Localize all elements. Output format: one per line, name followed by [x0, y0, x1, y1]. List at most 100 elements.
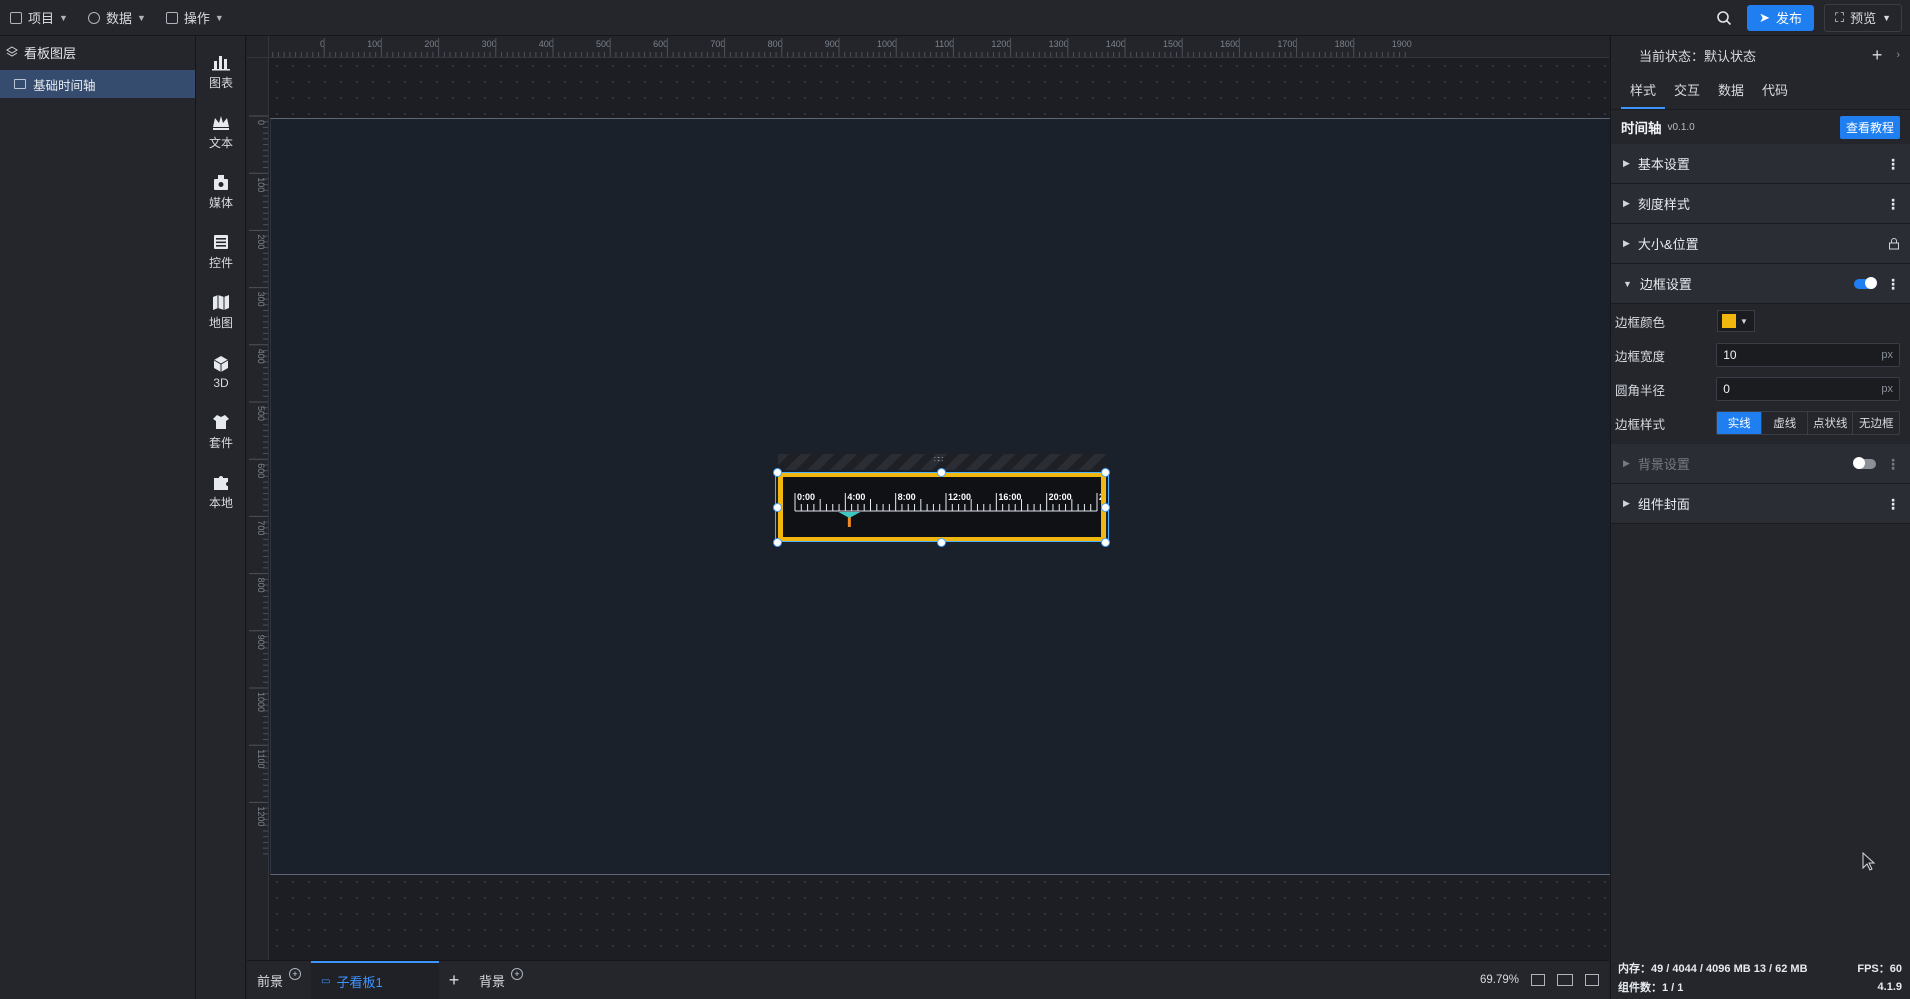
keyboard-icon[interactable] — [1557, 974, 1573, 986]
tool-kit-label: 套件 — [208, 436, 233, 450]
add-state-icon[interactable]: + — [1872, 45, 1883, 66]
border-toggle[interactable] — [1854, 276, 1877, 289]
ruler-label: 700 — [256, 520, 266, 535]
more-icon[interactable]: ⋮ — [1886, 277, 1900, 291]
ruler-label: 1200 — [256, 806, 266, 826]
tab-data[interactable]: 数据 — [1709, 80, 1753, 109]
tool-media[interactable]: 媒体 — [196, 162, 246, 222]
section-size[interactable]: ▶ 大小&位置 — [1611, 224, 1910, 264]
border-width-input[interactable]: 10 px — [1716, 343, 1900, 367]
image-icon — [14, 79, 26, 89]
tool-text[interactable]: 文本 — [196, 102, 246, 162]
tab-interaction[interactable]: 交互 — [1665, 80, 1709, 109]
section-border[interactable]: ▼ 边框设置 ⋮ — [1611, 264, 1910, 304]
more-icon[interactable]: ⋮ — [1886, 457, 1900, 471]
resize-handle-e[interactable] — [1101, 503, 1110, 512]
resize-handle-s[interactable] — [937, 538, 946, 547]
tab-background[interactable]: 背景 + — [469, 961, 533, 999]
timeline-widget[interactable]: 0:00 4:00 8:00 12:00 16:00 20:00 24 — [778, 472, 1109, 542]
tool-kit[interactable]: 套件 — [196, 402, 246, 462]
resize-handle-w[interactable] — [773, 503, 782, 512]
tool-3d-label: 3D — [213, 375, 229, 390]
tutorial-button[interactable]: 查看教程 — [1839, 115, 1900, 139]
border-color-label: 边框颜色 — [1615, 315, 1666, 330]
preview-button[interactable]: ⛶ 预览 ▼ — [1823, 3, 1902, 32]
menu-operation[interactable]: 操作 ▼ — [156, 0, 234, 36]
resize-handle-nw[interactable] — [773, 468, 782, 477]
section-basic[interactable]: ▶ 基本设置 ⋮ — [1611, 144, 1910, 184]
menu-data-label: 数据 — [105, 11, 132, 26]
ruler-label: 1100 — [256, 749, 266, 768]
ruler-vertical[interactable]: 0 100 200 300 400 500 600 700 800 900 1000 1100 1200 — [247, 58, 269, 960]
more-icon[interactable]: ⋮ — [1886, 157, 1900, 171]
ruler-label: 800 — [768, 39, 783, 49]
timeline-label: 24 — [1099, 492, 1101, 502]
plus-icon: + — [448, 969, 460, 990]
ruler-label: 0 — [256, 120, 266, 125]
caret-right-icon: ▶ — [1623, 458, 1630, 468]
publish-button[interactable]: ➤ 发布 — [1747, 4, 1814, 31]
caret-right-icon: ▶ — [1623, 198, 1630, 208]
border-style-solid[interactable]: 实线 — [1716, 412, 1763, 434]
add-circle-icon[interactable]: + — [511, 968, 524, 980]
tool-local-label: 本地 — [208, 496, 233, 510]
top-menu-bar: 项目 ▼ 数据 ▼ 操作 ▼ ➤ 发布 ⛶ 预览 ▼ — [0, 0, 1910, 36]
resize-handle-sw[interactable] — [773, 538, 782, 547]
unit-label: px — [1881, 383, 1893, 395]
search-button[interactable] — [1711, 5, 1737, 31]
menu-project[interactable]: 项目 ▼ — [0, 0, 78, 36]
background-toggle[interactable] — [1853, 456, 1876, 469]
tab-sub-board[interactable]: ▭ 子看板1 — [311, 960, 440, 999]
section-cover[interactable]: ▶ 组件封面 ⋮ — [1611, 484, 1910, 524]
layer-item[interactable]: 基础时间轴 — [0, 70, 195, 98]
caret-right-icon: ▶ — [1623, 498, 1630, 508]
ruler-label: 400 — [539, 39, 554, 49]
terminal-icon[interactable] — [1585, 974, 1599, 986]
tool-map[interactable]: 地图 — [196, 282, 246, 342]
border-style-dashed[interactable]: 虚线 — [1762, 412, 1808, 434]
fit-screen-icon[interactable] — [1531, 974, 1545, 986]
component-header: 时间轴 v0.1.0 查看教程 — [1611, 110, 1910, 144]
unit-label: px — [1881, 349, 1893, 361]
tab-foreground[interactable]: 前景 + — [247, 961, 311, 999]
chevron-right-icon[interactable]: › — [1896, 49, 1900, 61]
tool-chart[interactable]: 图表 — [196, 42, 246, 102]
add-board-button[interactable]: + — [439, 961, 469, 999]
section-border-label: 边框设置 — [1639, 277, 1692, 292]
timeline-axis[interactable]: 0:00 4:00 8:00 12:00 16:00 20:00 24 — [783, 477, 1109, 537]
border-color-picker[interactable]: ▼ — [1717, 310, 1755, 332]
state-value[interactable]: 默认状态 — [1704, 46, 1756, 65]
border-style-segmented: 实线 虚线 点状线 无边框 — [1715, 411, 1900, 435]
tab-code[interactable]: 代码 — [1753, 80, 1797, 109]
border-style-none[interactable]: 无边框 — [1853, 412, 1899, 434]
tool-local[interactable]: 本地 — [196, 462, 246, 522]
menu-data[interactable]: 数据 ▼ — [78, 0, 156, 36]
timeline-pointer-head[interactable] — [838, 512, 861, 518]
database-icon — [87, 11, 100, 24]
tool-control[interactable]: 控件 — [196, 222, 246, 282]
lock-icon[interactable] — [1888, 237, 1900, 250]
border-radius-input[interactable]: 0 px — [1716, 377, 1900, 401]
ruler-label: 1800 — [1335, 39, 1355, 49]
resize-handle-ne[interactable] — [1101, 468, 1110, 477]
media-icon — [214, 175, 228, 190]
section-background[interactable]: ▶ 背景设置 ⋮ — [1611, 444, 1910, 484]
tool-3d[interactable]: 3D — [196, 342, 246, 402]
border-style-dotted[interactable]: 点状线 — [1808, 412, 1854, 434]
tool-map-label: 地图 — [208, 316, 233, 330]
zoom-level[interactable]: 69.79% — [1480, 974, 1519, 986]
resize-handle-se[interactable] — [1101, 538, 1110, 547]
layer-item-label: 基础时间轴 — [33, 78, 96, 93]
layers-header: 看板图层 — [0, 36, 195, 68]
add-circle-icon[interactable]: + — [289, 968, 302, 980]
more-icon[interactable]: ⋮ — [1886, 497, 1900, 511]
properties-tabs: 样式 交互 数据 代码 — [1611, 74, 1910, 110]
border-radius-label: 圆角半径 — [1615, 383, 1666, 398]
tab-style[interactable]: 样式 — [1621, 80, 1666, 109]
section-basic-label: 基本设置 — [1637, 157, 1690, 172]
ruler-horizontal[interactable]: 0 100 200 300 400 500 600 700 800 900 1000 1100 1200… — [269, 36, 1609, 58]
tab-background-label: 背景 — [479, 973, 506, 989]
more-icon[interactable]: ⋮ — [1886, 197, 1900, 211]
resize-handle-n[interactable] — [937, 468, 946, 477]
section-scale[interactable]: ▶ 刻度样式 ⋮ — [1611, 184, 1910, 224]
